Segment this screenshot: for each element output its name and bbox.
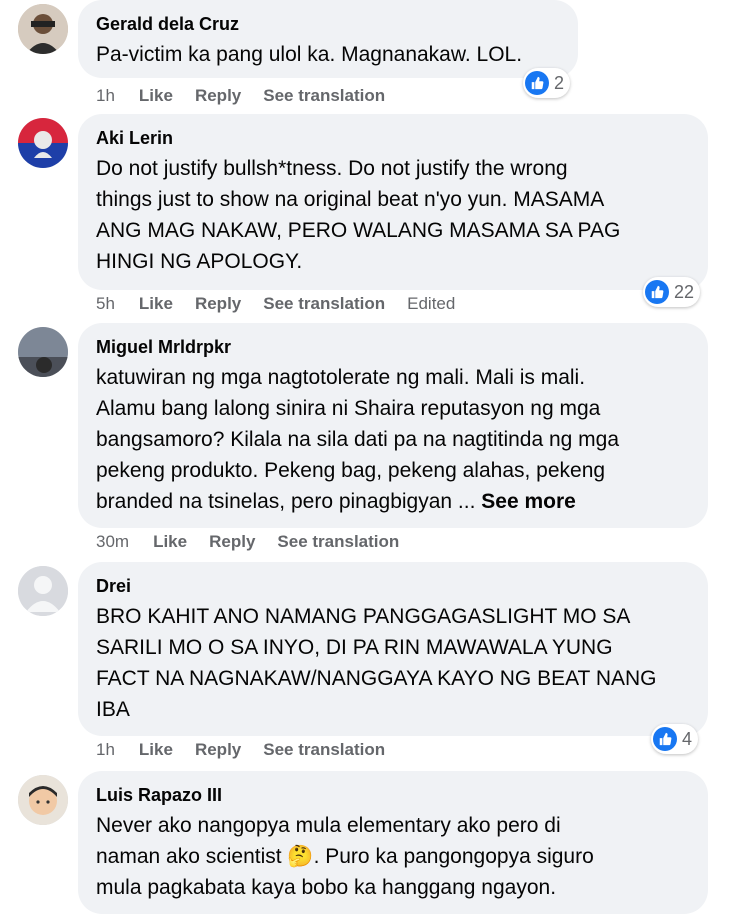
comment-text: katuwiran ng mga nagtotolerate ng mali. … [96, 362, 690, 517]
default-avatar-icon [18, 566, 68, 616]
see-translation-link[interactable]: See translation [263, 739, 385, 761]
thumbs-up-icon [525, 71, 549, 95]
reaction-number: 22 [674, 281, 695, 302]
cut-off-edge [0, 914, 750, 922]
reply-button[interactable]: Reply [209, 531, 255, 553]
see-translation-link[interactable]: See translation [263, 293, 385, 315]
reaction-count[interactable]: 4 [651, 724, 699, 754]
like-button[interactable]: Like [139, 293, 173, 315]
avatar[interactable] [18, 327, 68, 377]
comment-author[interactable]: Drei [96, 574, 690, 598]
comment-text: Pa-victim ka pang ulol ka. Magnanakaw. L… [96, 43, 523, 66]
reply-button[interactable]: Reply [195, 293, 241, 315]
thumbs-up-icon [645, 280, 669, 304]
comment-actions: 1h Like Reply See translation [96, 739, 407, 761]
reaction-count[interactable]: 2 [523, 68, 571, 98]
avatar-photo-icon [18, 118, 68, 168]
comment-author[interactable]: Luis Rapazo III [96, 783, 690, 807]
avatar[interactable] [18, 4, 68, 54]
comment-actions: 1h Like Reply See translation [96, 85, 407, 107]
avatar[interactable] [18, 775, 68, 825]
comment-bubble: Gerald dela Cruz Pa-victim ka pang ulol … [78, 0, 578, 78]
like-button[interactable]: Like [153, 531, 187, 553]
comment-actions: 30m Like Reply See translation [96, 531, 421, 553]
see-translation-link[interactable]: See translation [263, 85, 385, 107]
comment-author[interactable]: Aki Lerin [96, 126, 690, 150]
reply-button[interactable]: Reply [195, 739, 241, 761]
avatar-photo-icon [18, 327, 68, 377]
see-more-link[interactable]: See more [481, 490, 576, 513]
edited-label: Edited [407, 294, 456, 313]
comment-bubble: Drei BRO KAHIT ANO NAMANG PANGGAGASLIGHT… [78, 562, 708, 736]
comment-time[interactable]: 1h [96, 85, 115, 107]
like-button[interactable]: Like [139, 85, 173, 107]
avatar[interactable] [18, 566, 68, 616]
reaction-number: 2 [554, 72, 565, 93]
reaction-count[interactable]: 22 [643, 277, 701, 307]
comment-text: Do not justify bullsh*tness. Do not just… [96, 157, 621, 273]
comment-text: BRO KAHIT ANO NAMANG PANGGAGASLIGHT MO S… [96, 605, 657, 721]
comment-time[interactable]: 1h [96, 739, 115, 761]
reaction-number: 4 [682, 728, 693, 749]
comment-author[interactable]: Miguel Mrldrpkr [96, 335, 690, 359]
comment-bubble: Aki Lerin Do not justify bullsh*tness. D… [78, 114, 708, 290]
comment-author[interactable]: Gerald dela Cruz [96, 12, 560, 36]
comment-time[interactable]: 30m [96, 531, 129, 553]
avatar-photo-icon [18, 4, 68, 54]
see-translation-link[interactable]: See translation [277, 531, 399, 553]
comment-actions: 5h Like Reply See translation Edited [96, 293, 477, 315]
avatar-photo-icon [18, 775, 68, 825]
comment-bubble: Luis Rapazo III Never ako nangopya mula … [78, 771, 708, 914]
comment-bubble: Miguel Mrldrpkr katuwiran ng mga nagtoto… [78, 323, 708, 528]
comment-text: Never ako nangopya mula elementary ako p… [96, 814, 594, 899]
avatar[interactable] [18, 118, 68, 168]
like-button[interactable]: Like [139, 739, 173, 761]
thumbs-up-icon [653, 727, 677, 751]
reply-button[interactable]: Reply [195, 85, 241, 107]
comment-time[interactable]: 5h [96, 293, 115, 315]
